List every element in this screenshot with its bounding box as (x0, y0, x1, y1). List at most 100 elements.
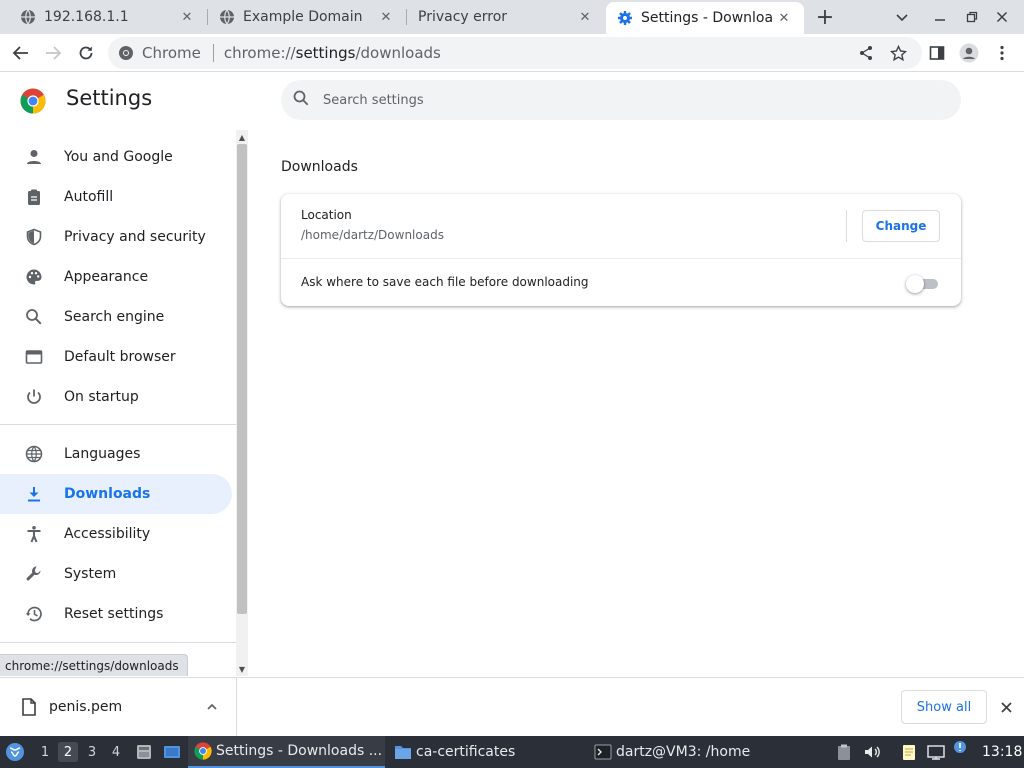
tab-192-168-1-1[interactable]: 192.168.1.1 ✕ (0, 0, 207, 34)
scrollbar-thumb[interactable] (237, 144, 247, 614)
app-menu-icon[interactable] (5, 742, 25, 762)
workspace-1[interactable]: 1 (35, 742, 55, 762)
workspace-2[interactable]: 2 (58, 742, 78, 762)
close-shelf-icon[interactable] (996, 697, 1016, 717)
close-tab-icon[interactable]: ✕ (774, 8, 794, 28)
accessibility-icon (24, 524, 44, 544)
sidebar-divider (0, 424, 236, 425)
sidebar-item-label: Languages (64, 446, 141, 462)
sidebar-item-label: Reset settings (64, 606, 164, 622)
sidebar-item-privacy-and-security[interactable]: Privacy and security (0, 217, 232, 257)
workspace-3[interactable]: 3 (82, 742, 102, 762)
notification-badge-icon[interactable] (953, 740, 967, 754)
tab-privacy-error[interactable]: Privacy error ✕ (407, 0, 605, 34)
sidebar-item-accessibility[interactable]: Accessibility (0, 514, 232, 554)
tab-title: Settings - Downloads (641, 10, 774, 26)
tab-example-domain[interactable]: Example Domain ✕ (208, 0, 406, 34)
chrome-page-icon (119, 46, 133, 60)
chrome-icon (194, 742, 212, 760)
location-row: Location /home/dartz/Downloads Change (281, 194, 961, 258)
palette-icon (24, 267, 44, 287)
link-status-bubble: chrome://settings/downloads (0, 654, 188, 676)
desktop-launcher-icon[interactable] (163, 743, 181, 761)
minimize-window-icon[interactable] (928, 5, 952, 29)
clipboard-tray-icon[interactable] (835, 743, 853, 761)
restore-window-icon[interactable] (960, 5, 984, 29)
sidebar-item-on-startup[interactable]: On startup (0, 377, 232, 417)
sidebar-item-autofill[interactable]: Autofill (0, 177, 232, 217)
history-icon (24, 604, 44, 624)
chrome-chip-label: Chrome (142, 44, 201, 62)
back-arrow-icon[interactable] (9, 41, 33, 65)
sidebar-divider (0, 642, 236, 643)
sidebar-item-appearance[interactable]: Appearance (0, 257, 232, 297)
share-icon[interactable] (854, 41, 878, 65)
sidebar-item-you-and-google[interactable]: You and Google (0, 137, 232, 177)
download-item[interactable]: penis.pem (0, 678, 237, 736)
sidebar-item-search-engine[interactable]: Search engine (0, 297, 232, 337)
toggle-knob (906, 275, 924, 293)
tab-search-chevron-icon[interactable] (890, 5, 914, 29)
search-icon (24, 307, 44, 327)
close-tab-icon[interactable]: ✕ (177, 7, 197, 27)
sidebar-item-label: You and Google (64, 149, 173, 165)
ask-where-to-save-label: Ask where to save each file before downl… (301, 275, 589, 289)
side-panel-icon[interactable] (925, 41, 949, 65)
power-icon (24, 387, 44, 407)
location-label: Location (301, 208, 352, 222)
terminal-icon (594, 743, 612, 761)
task-ca-certificates[interactable]: ca-certificates (388, 736, 578, 768)
network-icon[interactable] (927, 743, 945, 761)
chevron-up-icon[interactable] (203, 698, 221, 716)
taskbar-clock: 13:18 (982, 744, 1023, 760)
row-separator (846, 210, 847, 242)
omnibox-divider (212, 44, 214, 62)
search-settings-input[interactable] (323, 92, 903, 108)
change-location-button[interactable]: Change (862, 210, 940, 242)
close-tab-icon[interactable]: ✕ (376, 7, 396, 27)
globe-icon (24, 444, 44, 464)
task-chrome-settings[interactable]: Settings - Downloads ... (188, 736, 385, 768)
location-path: /home/dartz/Downloads (301, 228, 444, 242)
volume-icon[interactable] (863, 743, 881, 761)
url-text[interactable]: chrome://settings/downloads (224, 44, 441, 62)
reload-icon[interactable] (74, 41, 98, 65)
download-file-name: penis.pem (49, 699, 123, 715)
close-window-icon[interactable] (990, 5, 1014, 29)
browser-toolbar: Chrome chrome://settings/downloads (0, 34, 1024, 72)
sidebar-item-system[interactable]: System (0, 554, 232, 594)
chrome-chip[interactable]: Chrome (108, 44, 201, 62)
sidebar-item-default-browser[interactable]: Default browser (0, 337, 232, 377)
os-taskbar: 1 2 3 4 Settings - Downloads ... ca-cert… (0, 736, 1024, 768)
tab-title: Example Domain (243, 9, 363, 25)
scroll-down-arrow-icon[interactable]: ▼ (236, 663, 248, 675)
show-all-downloads-button[interactable]: Show all (901, 690, 987, 724)
download-icon (24, 484, 44, 504)
bookmark-star-icon[interactable] (886, 41, 910, 65)
scroll-up-arrow-icon[interactable]: ▲ (236, 131, 248, 143)
tab-settings-downloads[interactable]: Settings - Downloads ✕ (606, 2, 804, 34)
sidebar-item-downloads[interactable]: Downloads (0, 474, 232, 514)
ask-where-to-save-toggle[interactable] (906, 275, 938, 293)
search-settings-box[interactable] (281, 80, 961, 120)
file-manager-launcher-icon[interactable] (135, 743, 153, 761)
person-icon (24, 147, 44, 167)
sidebar-scrollbar[interactable]: ▲ ▼ (236, 130, 248, 676)
workspace-4[interactable]: 4 (106, 742, 126, 762)
profile-avatar-icon[interactable] (957, 41, 981, 65)
sidebar-item-languages[interactable]: Languages (0, 434, 232, 474)
close-tab-icon[interactable]: ✕ (575, 7, 595, 27)
notes-tray-icon[interactable] (900, 743, 918, 761)
task-terminal[interactable]: dartz@VM3: /home (588, 736, 778, 768)
new-tab-button[interactable]: + (813, 5, 837, 30)
settings-sidebar: You and Google Autofill Privacy and secu… (0, 130, 236, 676)
task-label: Settings - Downloads ... (216, 743, 383, 759)
sidebar-item-reset-settings[interactable]: Reset settings (0, 594, 232, 634)
address-bar[interactable]: Chrome chrome://settings/downloads (108, 37, 922, 69)
browser-window-icon (24, 347, 44, 367)
task-label: dartz@VM3: /home (616, 744, 751, 760)
forward-arrow-icon[interactable] (41, 41, 65, 65)
globe-icon (20, 9, 36, 25)
ask-where-to-save-row[interactable]: Ask where to save each file before downl… (281, 259, 961, 306)
more-menu-icon[interactable] (990, 41, 1014, 65)
